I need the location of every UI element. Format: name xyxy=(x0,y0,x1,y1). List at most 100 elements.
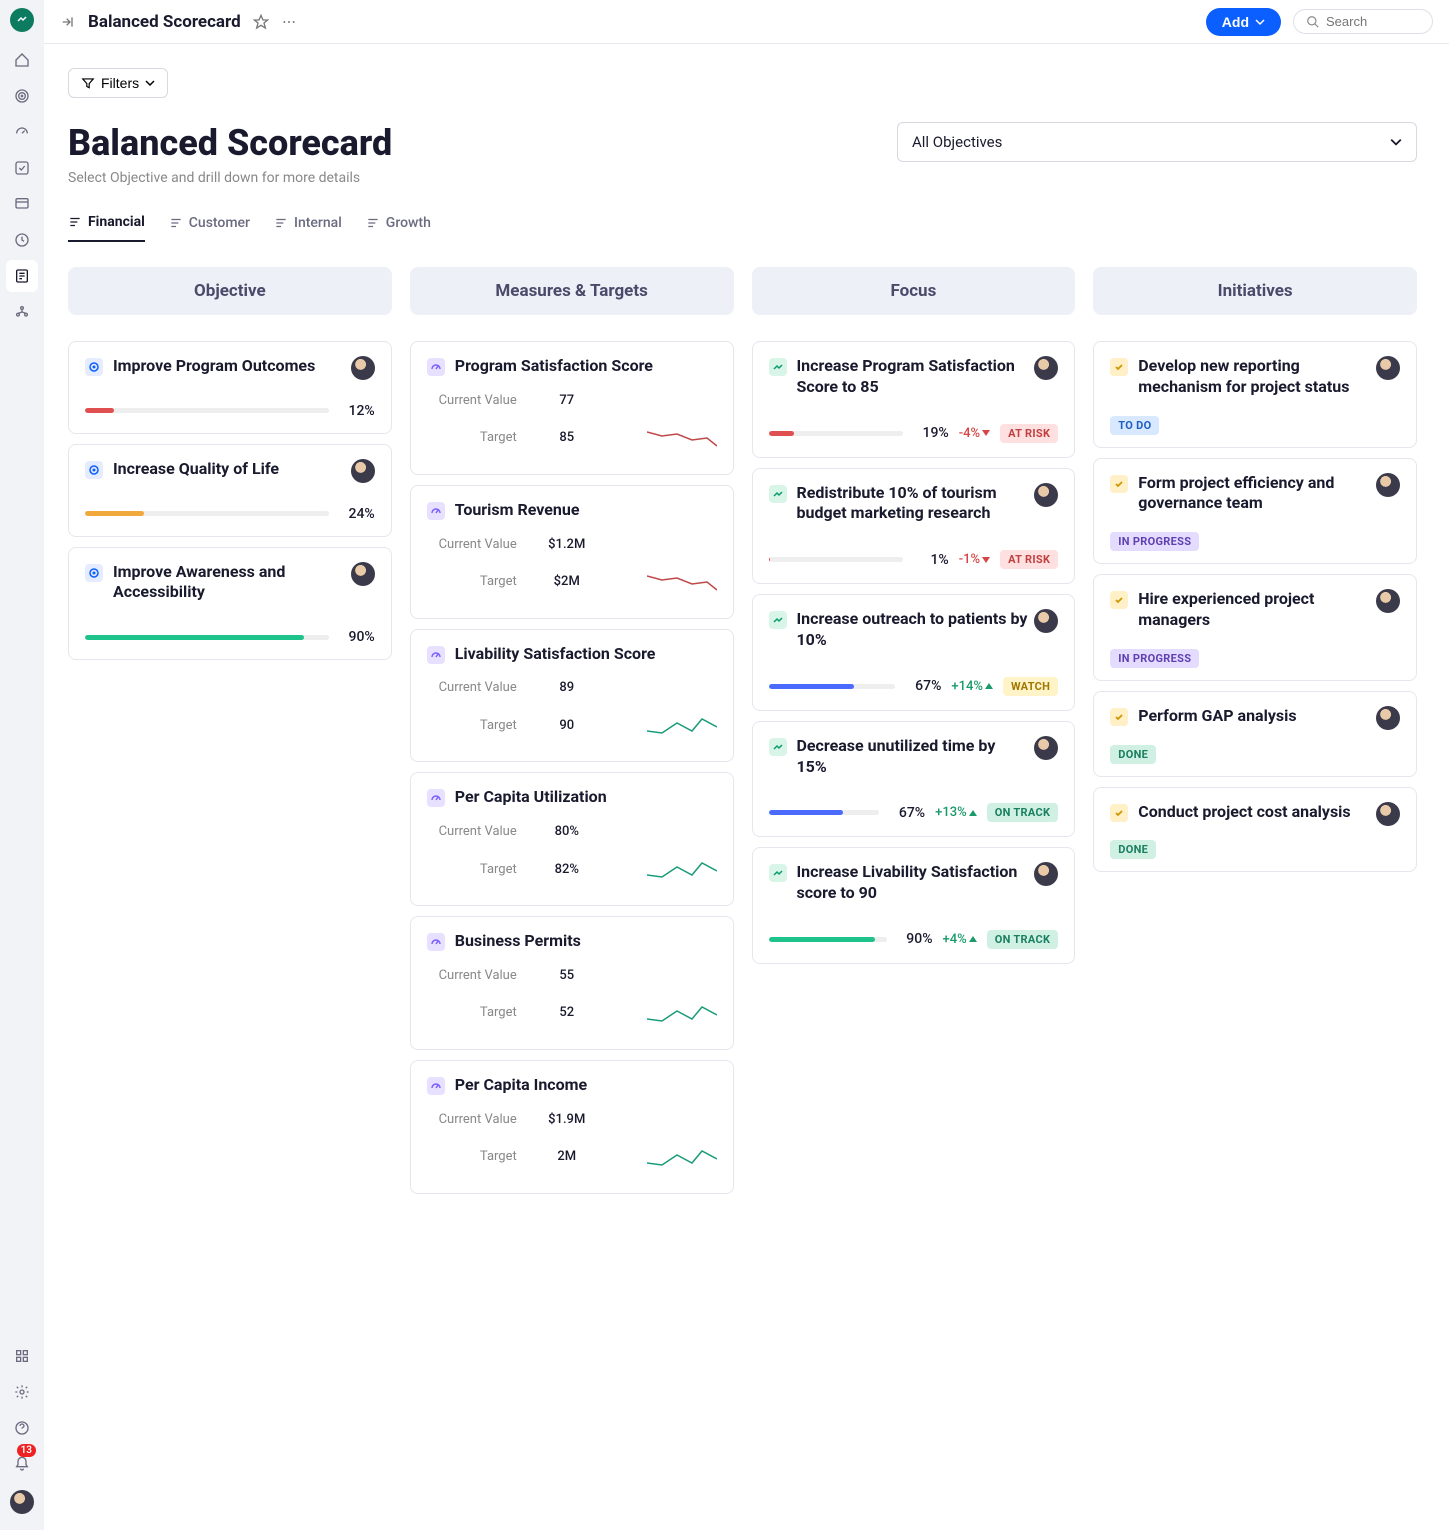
dashboard-icon[interactable] xyxy=(6,116,38,148)
focus-card[interactable]: Increase Livability Satisfaction score t… xyxy=(752,847,1076,964)
measure-card[interactable]: Business PermitsCurrent Value55Target52 xyxy=(410,916,734,1050)
focus-icon xyxy=(769,738,787,756)
current-value: $1.2M xyxy=(537,537,597,552)
home-icon[interactable] xyxy=(6,44,38,76)
assignee-avatar[interactable] xyxy=(1376,356,1400,380)
left-sidebar: 13 xyxy=(0,0,44,1530)
objective-card[interactable]: Increase Quality of Life24% xyxy=(68,444,392,537)
assignee-avatar[interactable] xyxy=(1376,473,1400,497)
card-title: Increase outreach to patients by 10% xyxy=(797,609,1059,651)
measure-icon xyxy=(427,933,445,951)
assignee-avatar[interactable] xyxy=(1034,483,1058,507)
scorecard-icon[interactable] xyxy=(6,260,38,292)
initiative-icon xyxy=(1110,591,1128,609)
assignee-avatar[interactable] xyxy=(1376,802,1400,826)
focus-icon xyxy=(769,864,787,882)
assignee-avatar[interactable] xyxy=(1376,589,1400,613)
initiative-card[interactable]: Develop new reporting mechanism for proj… xyxy=(1093,341,1417,448)
app-logo[interactable] xyxy=(10,8,34,32)
col-head-initiatives: Initiatives xyxy=(1093,267,1417,315)
help-icon[interactable] xyxy=(6,1412,38,1444)
assignee-avatar[interactable] xyxy=(351,562,375,586)
delta: +4% xyxy=(943,932,977,947)
focus-card[interactable]: Redistribute 10% of tourism budget marke… xyxy=(752,468,1076,585)
assignee-avatar[interactable] xyxy=(1034,736,1058,760)
assignee-avatar[interactable] xyxy=(351,459,375,483)
settings-icon[interactable] xyxy=(6,1376,38,1408)
initiatives-column: Develop new reporting mechanism for proj… xyxy=(1093,341,1417,1194)
favorite-icon[interactable] xyxy=(253,14,269,30)
target-label: Target xyxy=(427,862,537,877)
current-value-label: Current Value xyxy=(427,393,537,408)
target-value: 90 xyxy=(537,718,597,733)
tab-customer[interactable]: Customer xyxy=(169,214,250,242)
initiative-card[interactable]: Conduct project cost analysisDONE xyxy=(1093,787,1417,873)
board-icon[interactable] xyxy=(6,188,38,220)
focus-card[interactable]: Increase outreach to patients by 10%67%+… xyxy=(752,594,1076,711)
status-badge: IN PROGRESS xyxy=(1110,532,1199,551)
progress-pct: 90% xyxy=(897,931,933,947)
expand-sidebar-icon[interactable] xyxy=(60,14,76,30)
measure-card[interactable]: Tourism RevenueCurrent Value$1.2MTarget$… xyxy=(410,485,734,619)
progress-bar xyxy=(769,937,887,942)
target-label: Target xyxy=(427,1149,537,1164)
tab-growth[interactable]: Growth xyxy=(366,214,431,242)
target-label: Target xyxy=(427,718,537,733)
objective-card[interactable]: Improve Awareness and Accessibility90% xyxy=(68,547,392,661)
focus-card[interactable]: Decrease unutilized time by 15%67%+13%ON… xyxy=(752,721,1076,838)
current-value: 89 xyxy=(537,680,597,695)
progress-bar xyxy=(769,557,903,562)
card-title: Business Permits xyxy=(455,931,717,952)
progress-bar xyxy=(85,408,329,413)
objective-card[interactable]: Improve Program Outcomes12% xyxy=(68,341,392,434)
initiative-card[interactable]: Perform GAP analysisDONE xyxy=(1093,691,1417,777)
initiative-card[interactable]: Hire experienced project managersIN PROG… xyxy=(1093,574,1417,681)
current-value-label: Current Value xyxy=(427,968,537,983)
sparkline xyxy=(647,855,717,883)
objectives-dropdown[interactable]: All Objectives xyxy=(897,122,1417,162)
initiative-card[interactable]: Form project efficiency and governance t… xyxy=(1093,458,1417,565)
col-head-measures: Measures & Targets xyxy=(410,267,734,315)
measure-card[interactable]: Per Capita UtilizationCurrent Value80%Ta… xyxy=(410,772,734,906)
focus-card[interactable]: Increase Program Satisfaction Score to 8… xyxy=(752,341,1076,458)
card-title: Tourism Revenue xyxy=(455,500,717,521)
card-title: Develop new reporting mechanism for proj… xyxy=(1138,356,1400,398)
progress-pct: 67% xyxy=(889,805,925,821)
tab-financial[interactable]: Financial xyxy=(68,214,145,242)
delta: -4% xyxy=(959,426,990,441)
measure-card[interactable]: Per Capita IncomeCurrent Value$1.9MTarge… xyxy=(410,1060,734,1194)
clock-icon[interactable] xyxy=(6,224,38,256)
card-title: Per Capita Income xyxy=(455,1075,717,1096)
assignee-avatar[interactable] xyxy=(1376,706,1400,730)
measure-card[interactable]: Program Satisfaction ScoreCurrent Value7… xyxy=(410,341,734,475)
card-title: Livability Satisfaction Score xyxy=(455,644,717,665)
status-badge: DONE xyxy=(1110,840,1156,859)
current-value: $1.9M xyxy=(537,1112,597,1127)
sparkline xyxy=(647,424,717,452)
progress-bar xyxy=(85,635,329,640)
notifications-icon[interactable]: 13 xyxy=(6,1448,38,1480)
col-head-focus: Focus xyxy=(752,267,1076,315)
add-button[interactable]: Add xyxy=(1206,8,1281,36)
progress-bar xyxy=(769,810,880,815)
measure-icon xyxy=(427,1077,445,1095)
objective-column: Improve Program Outcomes12% Increase Qual… xyxy=(68,341,392,1194)
focus-icon xyxy=(769,358,787,376)
tab-internal[interactable]: Internal xyxy=(274,214,342,242)
check-icon[interactable] xyxy=(6,152,38,184)
more-icon[interactable] xyxy=(281,14,297,30)
breadcrumb-title[interactable]: Balanced Scorecard xyxy=(88,12,241,32)
target-icon[interactable] xyxy=(6,80,38,112)
sparkline xyxy=(647,568,717,596)
measure-card[interactable]: Livability Satisfaction ScoreCurrent Val… xyxy=(410,629,734,763)
user-avatar[interactable] xyxy=(10,1490,34,1514)
org-icon[interactable] xyxy=(6,296,38,328)
search-box[interactable] xyxy=(1293,9,1433,34)
filters-button[interactable]: Filters xyxy=(68,68,168,98)
search-input[interactable] xyxy=(1326,14,1416,29)
focus-column: Increase Program Satisfaction Score to 8… xyxy=(752,341,1076,1194)
objective-icon xyxy=(85,358,103,376)
assignee-avatar[interactable] xyxy=(351,356,375,380)
apps-icon[interactable] xyxy=(6,1340,38,1372)
target-value: $2M xyxy=(537,574,597,589)
